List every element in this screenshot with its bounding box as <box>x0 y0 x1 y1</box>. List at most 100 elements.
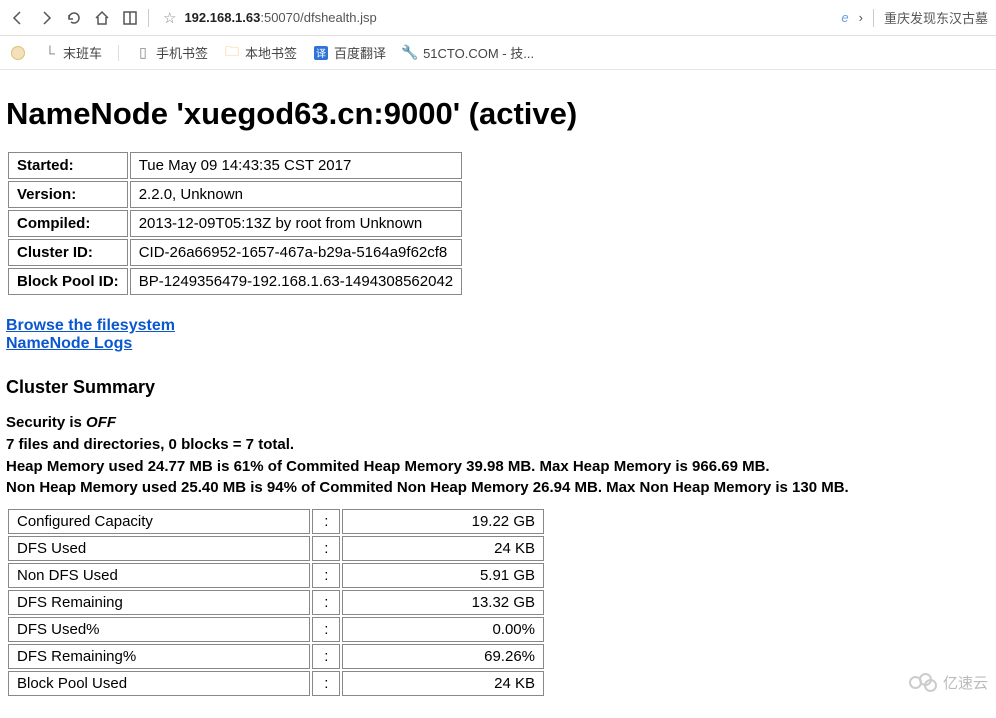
table-row: DFS Used:24 KB <box>8 536 544 561</box>
browser-toolbar: ☆ 192.168.1.63:50070/dfshealth.jsp e › 重… <box>0 0 996 36</box>
cluster-value: 0.00% <box>342 617 544 642</box>
table-row: Block Pool Used:24 KB <box>8 671 544 696</box>
cluster-value: 24 KB <box>342 536 544 561</box>
browser-right-controls: e › 重庆发现东汉古墓 <box>841 8 988 27</box>
home-icon <box>94 10 110 26</box>
table-row: Configured Capacity:19.22 GB <box>8 509 544 534</box>
summary-text: Security is OFF 7 files and directories,… <box>6 412 990 499</box>
chevron-left-icon <box>10 10 26 26</box>
phone-icon: ▯ <box>135 45 151 61</box>
refresh-icon <box>66 10 82 26</box>
folder-icon: 🗀 <box>224 45 240 61</box>
cluster-summary-table: Configured Capacity:19.22 GBDFS Used:24 … <box>6 507 546 698</box>
bookmarks-bar: └ 末班车 ▯ 手机书签 🗀 本地书签 译 百度翻译 🔧 51CTO.COM -… <box>0 36 996 70</box>
colon: : <box>312 617 340 642</box>
cluster-value: 19.22 GB <box>342 509 544 534</box>
bookmark-item[interactable]: 译 百度翻译 <box>313 43 386 62</box>
namenode-logs-link[interactable]: NameNode Logs <box>6 335 132 353</box>
bookmark-item[interactable]: 🗀 本地书签 <box>224 43 297 62</box>
news-headline[interactable]: 重庆发现东汉古墓 <box>884 8 988 27</box>
info-table: Started:Tue May 09 14:43:35 CST 2017Vers… <box>6 150 464 297</box>
refresh-button[interactable] <box>64 8 84 28</box>
info-value: BP-1249356479-192.168.1.63-1494308562042 <box>130 268 462 295</box>
nonheap-line: Non Heap Memory used 25.40 MB is 94% of … <box>6 479 849 496</box>
cluster-label: DFS Remaining% <box>8 644 310 669</box>
info-value: CID-26a66952-1657-467a-b29a-5164a9f62cf8 <box>130 239 462 266</box>
table-row: Non DFS Used:5.91 GB <box>8 563 544 588</box>
divider <box>148 9 149 27</box>
colon: : <box>312 509 340 534</box>
bookmark-label: 百度翻译 <box>334 43 386 62</box>
bookmark-label: 本地书签 <box>245 43 297 62</box>
cluster-label: DFS Used <box>8 536 310 561</box>
colon: : <box>312 590 340 615</box>
cluster-value: 13.32 GB <box>342 590 544 615</box>
favorite-star-icon[interactable]: ☆ <box>163 9 176 27</box>
bookmark-item[interactable]: ▯ 手机书签 <box>135 43 208 62</box>
chevron-right-icon <box>38 10 54 26</box>
url-path: :50070/dfshealth.jsp <box>260 10 376 25</box>
bookmark-item[interactable]: └ 末班车 <box>42 43 102 62</box>
translate-icon: 译 <box>313 45 329 61</box>
back-button[interactable] <box>8 8 28 28</box>
cluster-value: 69.26% <box>342 644 544 669</box>
cluster-value: 5.91 GB <box>342 563 544 588</box>
divider <box>873 9 874 27</box>
colon: : <box>312 671 340 696</box>
info-value: 2013-12-09T05:13Z by root from Unknown <box>130 210 462 237</box>
info-value: Tue May 09 14:43:35 CST 2017 <box>130 152 462 179</box>
table-row: DFS Remaining%:69.26% <box>8 644 544 669</box>
cluster-label: DFS Remaining <box>8 590 310 615</box>
cluster-label: Block Pool Used <box>8 671 310 696</box>
corner-icon: └ <box>42 45 58 61</box>
reading-mode-button[interactable] <box>120 8 140 28</box>
security-prefix: Security is <box>6 414 86 431</box>
cluster-value: 24 KB <box>342 671 544 696</box>
info-value: 2.2.0, Unknown <box>130 181 462 208</box>
table-row: Version:2.2.0, Unknown <box>8 181 462 208</box>
colon: : <box>312 536 340 561</box>
url-text: 192.168.1.63:50070/dfshealth.jsp <box>184 10 376 25</box>
watermark-logo-icon <box>909 673 939 693</box>
page-title: NameNode 'xuegod63.cn:9000' (active) <box>6 96 990 132</box>
info-label: Compiled: <box>8 210 128 237</box>
colon: : <box>312 644 340 669</box>
table-row: Compiled:2013-12-09T05:13Z by root from … <box>8 210 462 237</box>
bookmark-label: 手机书签 <box>156 43 208 62</box>
colon: : <box>312 563 340 588</box>
bookmark-label: 末班车 <box>63 43 102 62</box>
info-label: Block Pool ID: <box>8 268 128 295</box>
table-row: Cluster ID:CID-26a66952-1657-467a-b29a-5… <box>8 239 462 266</box>
table-row: Block Pool ID:BP-1249356479-192.168.1.63… <box>8 268 462 295</box>
book-icon <box>122 10 138 26</box>
heap-line: Heap Memory used 24.77 MB is 61% of Comm… <box>6 458 770 475</box>
page-content: NameNode 'xuegod63.cn:9000' (active) Sta… <box>0 70 996 718</box>
forward-button[interactable] <box>36 8 56 28</box>
links-section: Browse the filesystem NameNode Logs <box>6 317 990 353</box>
ie-mode-icon[interactable]: e <box>841 10 848 25</box>
cluster-label: DFS Used% <box>8 617 310 642</box>
home-button[interactable] <box>92 8 112 28</box>
cluster-label: Non DFS Used <box>8 563 310 588</box>
section-title: Cluster Summary <box>6 377 990 398</box>
chevron-right-icon[interactable]: › <box>859 10 863 25</box>
info-label: Started: <box>8 152 128 179</box>
bookmark-item[interactable]: 🔧 51CTO.COM - 技... <box>402 43 534 62</box>
bookmark-item[interactable] <box>10 45 26 61</box>
info-label: Cluster ID: <box>8 239 128 266</box>
info-label: Version: <box>8 181 128 208</box>
cluster-label: Configured Capacity <box>8 509 310 534</box>
security-state: OFF <box>86 414 116 431</box>
table-row: DFS Remaining:13.32 GB <box>8 590 544 615</box>
files-line: 7 files and directories, 0 blocks = 7 to… <box>6 436 294 453</box>
browse-filesystem-link[interactable]: Browse the filesystem <box>6 317 175 335</box>
watermark: 亿速云 <box>909 672 988 693</box>
url-host: 192.168.1.63 <box>184 10 260 25</box>
divider <box>118 45 119 61</box>
wrench-icon: 🔧 <box>402 45 418 61</box>
url-bar[interactable]: ☆ 192.168.1.63:50070/dfshealth.jsp <box>157 9 833 27</box>
bookmark-label: 51CTO.COM - 技... <box>423 43 534 62</box>
table-row: DFS Used%:0.00% <box>8 617 544 642</box>
watermark-text: 亿速云 <box>943 672 988 693</box>
table-row: Started:Tue May 09 14:43:35 CST 2017 <box>8 152 462 179</box>
